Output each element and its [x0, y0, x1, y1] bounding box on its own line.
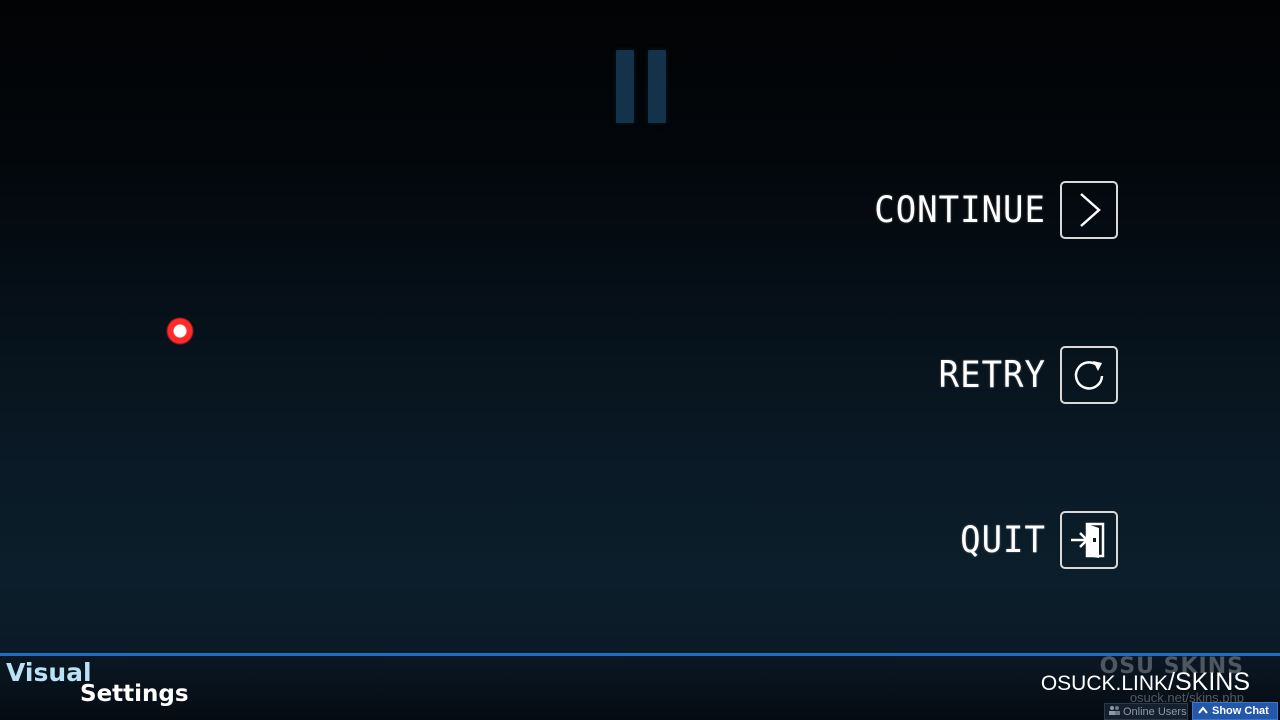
continue-button[interactable]: CONTINUE — [874, 179, 1118, 241]
quit-label: QUIT — [960, 518, 1046, 562]
cursor-icon — [166, 317, 194, 345]
visual-settings-subtitle[interactable]: Settings — [80, 681, 189, 707]
show-chat-button[interactable]: Show Chat — [1192, 702, 1278, 720]
retry-icon — [1060, 346, 1118, 404]
show-chat-label: Show Chat — [1212, 705, 1269, 717]
pause-bar-right — [648, 50, 666, 123]
retry-label: RETRY — [938, 353, 1046, 397]
pause-screen: CONTINUE RETRY QUIT Visual Settings OSU … — [0, 0, 1280, 720]
pause-icon — [616, 50, 666, 123]
arrow-right-icon — [1060, 181, 1118, 239]
users-icon — [1108, 705, 1120, 718]
chevron-up-icon — [1198, 705, 1208, 717]
retry-button[interactable]: RETRY — [939, 344, 1118, 406]
online-users-button[interactable]: Online Users — [1104, 703, 1188, 720]
pause-bar-left — [616, 50, 634, 123]
online-users-label: Online Users — [1123, 705, 1187, 718]
visual-settings-title[interactable]: Visual — [6, 658, 92, 687]
continue-label: CONTINUE — [874, 188, 1046, 232]
exit-icon — [1060, 511, 1118, 569]
quit-button[interactable]: QUIT — [960, 509, 1118, 571]
